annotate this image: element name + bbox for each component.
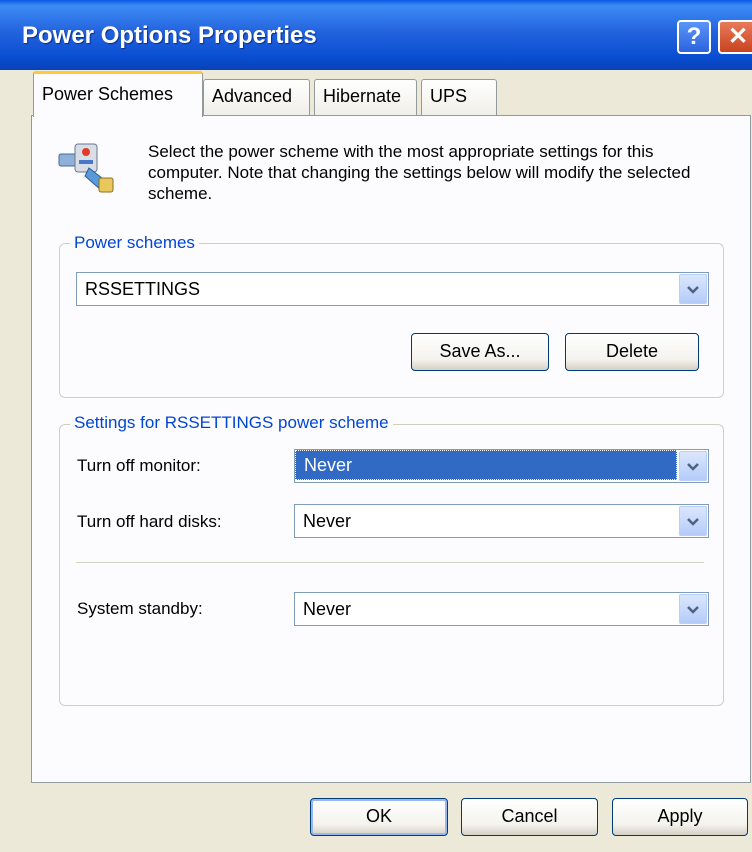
tab-advanced[interactable]: Advanced <box>203 79 310 115</box>
description-text: Select the power scheme with the most ap… <box>148 142 691 203</box>
chevron-down-icon[interactable] <box>679 506 707 536</box>
help-button[interactable]: ? <box>677 20 711 54</box>
tab-power-schemes[interactable]: Power Schemes <box>33 71 203 117</box>
power-scheme-icon <box>58 143 114 193</box>
settings-divider <box>76 562 704 564</box>
tab-hibernate[interactable]: Hibernate <box>314 79 417 115</box>
chevron-down-icon[interactable] <box>679 451 707 481</box>
chevron-down-icon[interactable] <box>679 594 707 624</box>
settings-group-label: Settings for RSSETTINGS power scheme <box>70 413 393 433</box>
monitor-label: Turn off monitor: <box>77 456 201 475</box>
monitor-timeout-select[interactable]: Never <box>294 449 709 483</box>
power-options-window: Power Options Properties ? ✕ Power Schem… <box>0 0 752 852</box>
power-scheme-select[interactable]: RSSETTINGS <box>76 272 709 306</box>
tab-ups[interactable]: UPS <box>421 79 497 115</box>
save-as-button[interactable]: Save As... <box>411 333 549 371</box>
apply-button[interactable]: Apply <box>612 798 748 836</box>
power-schemes-group-label: Power schemes <box>70 233 199 253</box>
cancel-button[interactable]: Cancel <box>461 798 598 836</box>
power-schemes-group <box>59 243 724 398</box>
ok-button[interactable]: OK <box>310 798 448 836</box>
hard-disks-timeout-select[interactable]: Never <box>294 504 709 538</box>
chevron-down-icon[interactable] <box>679 274 707 304</box>
hard-disks-timeout-value: Never <box>303 511 352 531</box>
standby-timeout-value: Never <box>303 599 352 619</box>
monitor-timeout-value: Never <box>295 450 677 480</box>
power-scheme-value: RSSETTINGS <box>85 279 201 299</box>
hard-disks-label: Turn off hard disks: <box>77 512 222 531</box>
delete-button[interactable]: Delete <box>565 333 699 371</box>
standby-timeout-select[interactable]: Never <box>294 592 709 626</box>
close-button[interactable]: ✕ <box>718 20 752 54</box>
title-bar[interactable]: Power Options Properties ? ✕ <box>0 0 752 70</box>
standby-label: System standby: <box>77 599 203 618</box>
window-title: Power Options Properties <box>22 22 317 49</box>
